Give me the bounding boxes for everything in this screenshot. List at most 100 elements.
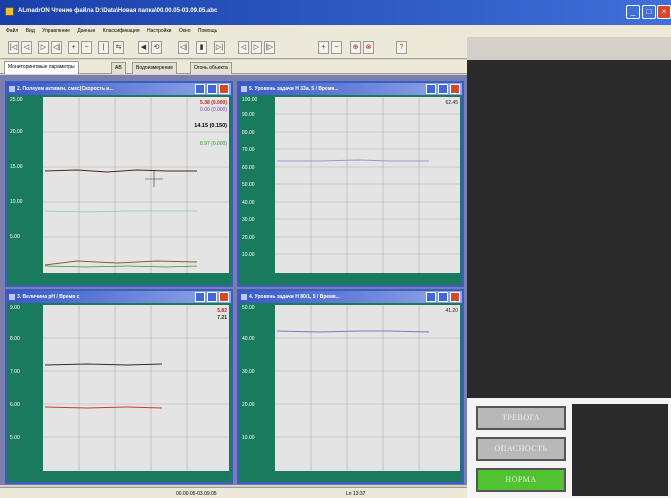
menu-help[interactable]: Помощь [198,28,217,34]
zoom-out-icon[interactable]: − [331,41,342,54]
series-line-red [44,406,163,409]
pane-minimize-button[interactable] [426,84,436,94]
target-icon[interactable]: ⊕ [350,41,361,54]
chart-plot[interactable]: 25.00 20.00 15.00 10.00 5.00 5.38 (0.000… [7,95,231,285]
reload-icon[interactable]: ⟲ [151,41,162,54]
y-tick: 70.00 [242,147,255,153]
danger-button[interactable]: ОПАСНОСТЬ [476,437,566,461]
window-icon [241,294,247,300]
pane-maximize-button[interactable] [438,84,448,94]
menu-bar: Файл Вид Управление Данные Классификация… [0,25,671,37]
separator-icon[interactable]: | [98,41,109,54]
chart-svg[interactable]: 100.00 90.00 80.00 70.00 60.00 50.00 40.… [239,95,462,285]
toolbar: |◁ ◁ ▷ ◁| + − | ⇆ ◀ ⟲ ◁| ▮ ▷| ◁ ▷ |▷ + −… [0,37,467,59]
chart-window-title: 2. Полеуем активен, смес[Скорость и... [17,86,114,92]
plus-icon[interactable]: + [68,41,79,54]
y-tick: 60.00 [242,165,255,171]
pane-minimize-button[interactable] [426,292,436,302]
chart-svg[interactable]: 50.00 40.00 30.00 20.00 10.00 41.20 [239,303,462,482]
y-tick: 40.00 [242,200,255,206]
tab-strip: Мониторинговые параметры АВ Водоизмерени… [0,60,467,74]
swap-icon[interactable]: ⇆ [113,41,124,54]
plot-area [275,305,460,471]
value-readout: 41.20 [445,308,458,314]
chart-svg[interactable]: 9.00 8.00 7.00 6.00 5.00 5.82 7.21 [7,303,231,482]
menu-view[interactable]: Вид [26,28,35,34]
menu-settings[interactable]: Настройки [147,28,172,34]
tab-av[interactable]: АВ [111,62,126,74]
value-readout: 7.21 [217,315,227,321]
y-tick: 15.00 [10,164,23,170]
left-icon[interactable]: ◁ [238,41,249,54]
y-tick: 5.00 [10,234,20,240]
right-icon[interactable]: ▷ [251,41,262,54]
y-tick: 20.00 [242,402,255,408]
window-title: ALmadrON Чтение файла D:\Data\Новая папк… [18,8,218,14]
pane-maximize-button[interactable] [207,84,217,94]
y-tick: 10.00 [242,435,255,441]
tab-monitoring[interactable]: Мониторинговые параметры [4,61,79,74]
value-readout: 14.15 (0.150) [194,123,227,129]
play-icon[interactable]: ▷ [38,41,49,54]
tab-fire[interactable]: Огонь объекта [190,62,232,74]
next-frame-icon[interactable]: ▷| [214,41,225,54]
alarm-panel: ТРЕВОГА ОПАСНОСТЬ НОРМА [467,398,671,498]
mdi-workspace: 2. Полеуем активен, смес[Скорость и... 2… [0,75,467,485]
normal-button[interactable]: НОРМА [476,468,566,492]
menu-file[interactable]: Файл [6,28,18,34]
stop-icon[interactable]: ▮ [196,41,207,54]
menu-window[interactable]: Окно [179,28,191,34]
chart-window-ph: 3. Величина pH / Время с 9.00 8.00 7.00 … [5,289,233,484]
pane-close-button[interactable] [219,292,229,302]
y-tick: 90.00 [242,112,255,118]
y-tick: 25.00 [10,97,23,103]
pane-minimize-button[interactable] [195,292,205,302]
y-tick: 10.00 [242,252,255,258]
window-titlebar: ALmadrON Чтение файла D:\Data\Новая папк… [0,0,671,25]
chart-svg[interactable]: 25.00 20.00 15.00 10.00 5.00 5.38 (0.000… [7,95,231,285]
cancel-icon[interactable]: ⊗ [363,41,374,54]
value-readout: 8.97 (0.000) [200,141,227,147]
minus-icon[interactable]: − [81,41,92,54]
value-readout: 5.82 [217,308,227,314]
back-icon[interactable]: ◁ [21,41,32,54]
step-back-icon[interactable]: ◁| [51,41,62,54]
pane-close-button[interactable] [219,84,229,94]
alarm-button[interactable]: ТРЕВОГА [476,406,566,430]
zoom-in-icon[interactable]: + [318,41,329,54]
window-icon [9,294,15,300]
menu-classification[interactable]: Классификация [103,28,140,34]
plot-area [43,305,229,471]
menu-control[interactable]: Управление [42,28,70,34]
pane-maximize-button[interactable] [438,292,448,302]
value-readout: 5.38 (0.000) [200,100,227,106]
chart-window-level-33a: 5. Уровень задачи Н 33а, 5 / Время... 10… [237,81,464,287]
status-file-range: 00.00.05-03.09.05 [176,491,217,497]
app-icon [5,7,14,16]
y-tick: 80.00 [242,130,255,136]
pane-minimize-button[interactable] [195,84,205,94]
help-icon[interactable]: ? [396,41,407,54]
chart-plot[interactable]: 100.00 90.00 80.00 70.00 60.00 50.00 40.… [239,95,462,285]
y-tick: 5.00 [10,435,20,441]
pane-close-button[interactable] [450,84,460,94]
y-tick: 40.00 [242,336,255,342]
last-icon[interactable]: |▷ [264,41,275,54]
series-line-black [44,363,163,366]
status-position: Ln 13:37 [346,491,366,497]
y-tick: 20.00 [10,129,23,135]
prev-frame-icon[interactable]: ◁| [178,41,189,54]
chart-plot[interactable]: 9.00 8.00 7.00 6.00 5.00 5.82 7.21 [7,303,231,482]
first-icon[interactable]: |◁ [8,41,19,54]
menu-data[interactable]: Данные [77,28,95,34]
minimize-button[interactable]: _ [626,5,640,19]
rewind-icon[interactable]: ◀ [138,41,149,54]
close-button[interactable]: × [657,5,671,19]
y-tick: 7.00 [10,369,20,375]
pane-close-button[interactable] [450,292,460,302]
maximize-button[interactable]: □ [642,5,656,19]
pane-maximize-button[interactable] [207,292,217,302]
chart-plot[interactable]: 50.00 40.00 30.00 20.00 10.00 41.20 [239,303,462,482]
value-readout: 62.45 [445,100,458,106]
tab-water[interactable]: Водоизмерение [132,62,177,74]
